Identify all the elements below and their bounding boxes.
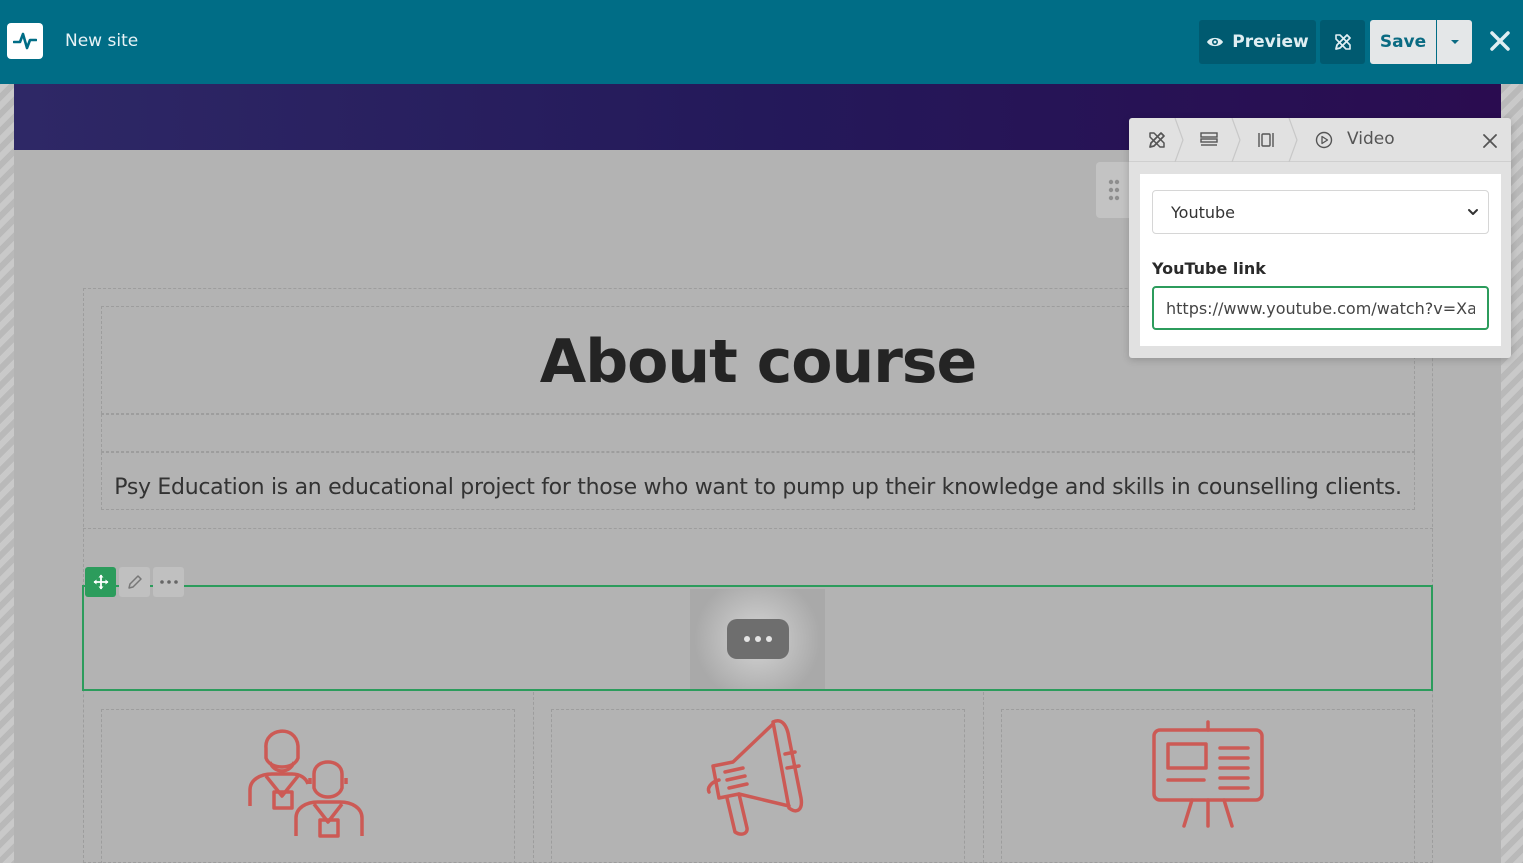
video-source-value: Youtube [1171,203,1235,222]
edit-block-button[interactable] [119,567,150,597]
block-toolbar [85,567,184,597]
youtube-link-input[interactable] [1152,286,1489,330]
close-icon [1490,31,1510,51]
video-block-selected[interactable] [82,585,1433,691]
video-placeholder[interactable] [690,589,825,689]
design-tools-button[interactable] [1320,20,1365,64]
panel-breadcrumb: Video [1129,118,1511,162]
column-divider [533,692,534,863]
preview-button[interactable]: Preview [1199,20,1316,64]
caret-down-icon [1450,40,1459,44]
column-layout-icon [1258,133,1274,147]
move-arrows-icon [93,574,108,590]
chevron-down-icon [1468,209,1478,215]
close-editor-button[interactable] [1486,26,1514,56]
save-button[interactable]: Save [1370,20,1436,64]
feature-card[interactable] [551,709,965,863]
youtube-link-label: YouTube link [1152,259,1266,278]
description-text: Psy Education is an educational project … [114,475,1402,500]
pencil-icon [127,575,142,589]
save-options-button[interactable] [1437,20,1472,64]
megaphone-icon [706,719,804,836]
panel-close-button[interactable] [1479,130,1501,152]
crumb-section[interactable] [1191,118,1227,162]
feature-card[interactable] [101,709,515,863]
crumb-video[interactable] [1307,118,1341,162]
row-outline [83,528,1433,586]
feature-card[interactable] [1001,709,1415,863]
panel-title: Video [1347,129,1395,149]
section-layout-icon [1200,132,1218,146]
crumb-column[interactable] [1248,118,1284,162]
video-loading-icon [726,619,789,659]
more-options-button[interactable] [153,567,184,597]
crumb-design[interactable] [1137,118,1177,162]
section-drag-handle[interactable] [1096,162,1132,218]
text-block[interactable]: Psy Education is an educational project … [101,452,1415,510]
drag-dots-icon [1108,179,1120,201]
spacer-block[interactable] [101,414,1415,452]
presentation-board-icon [1152,720,1264,828]
people-icon [248,729,364,838]
close-icon [1483,134,1497,148]
pencil-ruler-icon [1334,34,1351,50]
move-block-button[interactable] [85,567,116,597]
video-settings-panel: Video Youtube YouTube link [1129,118,1511,358]
preview-label: Preview [1232,32,1309,52]
pencil-ruler-icon [1149,132,1165,148]
editor-topbar: New site Preview Save [0,0,1523,84]
ellipsis-icon [159,580,178,584]
play-circle-icon [1315,131,1333,149]
video-source-select[interactable]: Youtube [1152,190,1489,234]
panel-body: Youtube YouTube link [1140,174,1501,346]
site-title: New site [65,31,139,51]
eye-icon [1207,37,1224,47]
column-divider [983,692,984,863]
pulse-logo-icon[interactable] [7,23,43,59]
